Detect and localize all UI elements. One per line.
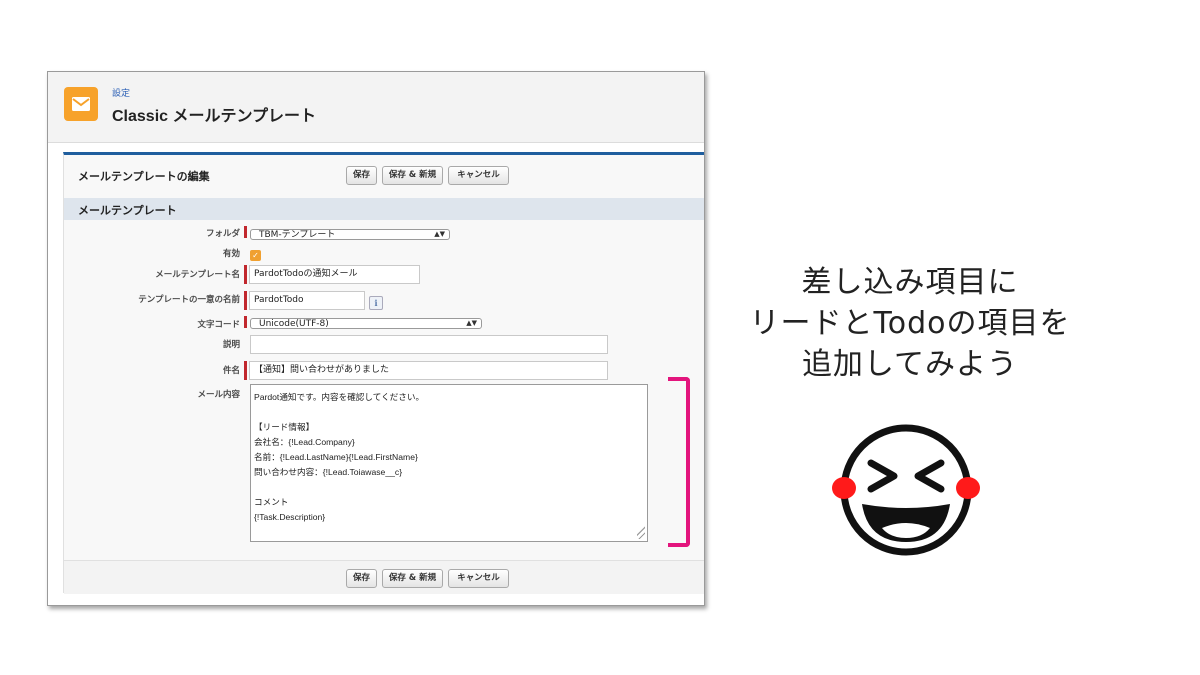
section-header: メールテンプレート bbox=[64, 198, 704, 220]
save-button[interactable]: 保存 bbox=[346, 166, 377, 185]
template-name-label: メールテンプレート名 bbox=[155, 270, 240, 280]
section-title: メールテンプレート bbox=[78, 204, 177, 217]
caption-line: 追加してみよう bbox=[801, 347, 1019, 382]
body-textarea[interactable]: Pardot通知です。内容を確認してください。 【リード情報】 会社名：{!Le… bbox=[250, 384, 648, 542]
email-app-icon bbox=[64, 87, 98, 121]
required-marker bbox=[244, 291, 247, 310]
laughing-face-icon bbox=[832, 424, 980, 556]
cancel-button[interactable]: キャンセル bbox=[448, 166, 509, 185]
body-line: 会社名：{!Lead.Company} bbox=[254, 437, 355, 447]
description-input[interactable] bbox=[250, 335, 608, 354]
body-line: {!Task.Description} bbox=[254, 512, 326, 522]
template-name-input[interactable]: PardotTodoの通知メール bbox=[249, 265, 420, 284]
encoding-value: Unicode(UTF-8) bbox=[259, 319, 329, 329]
folder-value: TBM-テンプレート bbox=[259, 230, 336, 240]
body-line: 【リード情報】 bbox=[254, 422, 315, 432]
screenshot-frame: 設定 Classic メールテンプレート メールテンプレートの編集 保存 保存 … bbox=[47, 71, 705, 606]
select-arrow-icon: ▲▼ bbox=[434, 230, 445, 238]
page-header: 設定 Classic メールテンプレート bbox=[48, 72, 704, 143]
required-marker bbox=[244, 316, 247, 328]
bottom-button-bar: 保存 保存 & 新規 キャンセル bbox=[64, 560, 704, 594]
info-icon[interactable]: i bbox=[369, 296, 383, 310]
edit-section: メールテンプレートの編集 保存 保存 & 新規 キャンセル メールテンプレート … bbox=[63, 152, 704, 594]
body-line: Pardot通知です。内容を確認してください。 bbox=[254, 392, 425, 402]
highlight-bracket bbox=[668, 377, 690, 547]
required-marker bbox=[244, 226, 247, 238]
body-label: メール内容 bbox=[197, 390, 240, 400]
folder-select[interactable]: TBM-テンプレート ▲▼ bbox=[250, 229, 450, 240]
annotation-caption: 差し込み項目に リードとTodoの項目を 追加してみよう bbox=[700, 262, 1120, 385]
encoding-select[interactable]: Unicode(UTF-8) ▲▼ bbox=[250, 318, 482, 329]
unique-name-label: テンプレートの一意の名前 bbox=[138, 295, 240, 305]
body-line: 名前：{!Lead.LastName}{!Lead.FirstName} bbox=[254, 452, 418, 462]
description-label: 説明 bbox=[222, 340, 240, 350]
encoding-label: 文字コード bbox=[197, 320, 240, 330]
body-line: 問い合わせ内容：{!Lead.Toiawase__c} bbox=[254, 467, 403, 477]
body-line bbox=[254, 405, 644, 420]
caption-line: リードとTodoの項目を bbox=[749, 306, 1071, 341]
caption-line: 差し込み項目に bbox=[801, 265, 1019, 300]
subject-label: 件名 bbox=[222, 366, 240, 376]
save-button[interactable]: 保存 bbox=[346, 569, 377, 588]
save-and-new-button[interactable]: 保存 & 新規 bbox=[382, 166, 443, 185]
breadcrumb[interactable]: 設定 bbox=[112, 86, 130, 99]
active-label: 有効 bbox=[222, 249, 240, 259]
body-line: コメント bbox=[254, 497, 289, 507]
folder-label: フォルダ bbox=[205, 229, 240, 239]
subject-input[interactable]: 【通知】問い合わせがありました bbox=[249, 361, 608, 380]
active-checkbox[interactable]: ✓ bbox=[250, 250, 261, 261]
body-line bbox=[254, 480, 644, 495]
edit-title: メールテンプレートの編集 bbox=[78, 170, 210, 183]
cancel-button[interactable]: キャンセル bbox=[448, 569, 509, 588]
save-and-new-button[interactable]: 保存 & 新規 bbox=[382, 569, 443, 588]
page-title: Classic メールテンプレート bbox=[112, 108, 317, 125]
unique-name-input[interactable]: PardotTodo bbox=[249, 291, 365, 310]
required-marker bbox=[244, 361, 247, 380]
required-marker bbox=[244, 265, 247, 284]
select-arrow-icon: ▲▼ bbox=[466, 319, 477, 327]
resize-handle-icon[interactable] bbox=[637, 524, 645, 539]
